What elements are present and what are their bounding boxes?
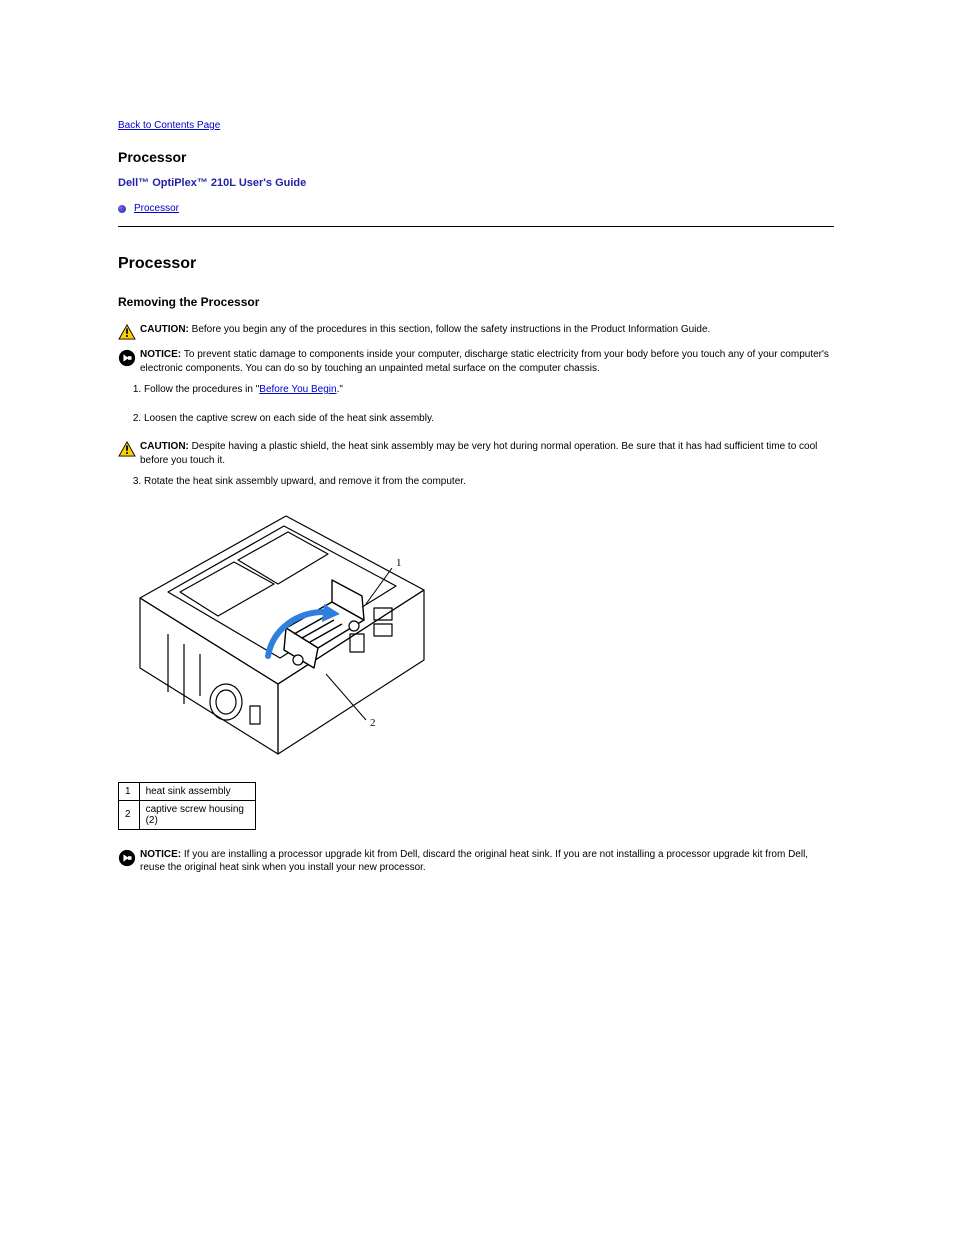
notice-block-1: NOTICE: To prevent static damage to comp… [118, 348, 834, 375]
toc-link-processor[interactable]: Processor [134, 203, 179, 214]
label-1-text: heat sink assembly [139, 782, 255, 800]
notice-2-text: NOTICE: If you are installing a processo… [140, 848, 834, 875]
bullet-icon [118, 205, 126, 213]
toc-row: Processor [118, 203, 834, 214]
caution-icon [118, 324, 136, 340]
table-row: 1 heat sink assembly [119, 782, 256, 800]
step-1-link[interactable]: Before You Begin [259, 384, 336, 395]
steps-list-1: Follow the procedures in "Before You Beg… [144, 383, 834, 426]
caution-block-2: CAUTION: Despite having a plastic shield… [118, 440, 834, 467]
heatsink-diagram: 1 2 [118, 508, 438, 768]
divider [118, 226, 834, 227]
label-2-text: captive screw housing (2) [139, 800, 255, 829]
label-1-num: 1 [119, 782, 140, 800]
notice-icon [118, 349, 136, 367]
notice-block-2: NOTICE: If you are installing a processo… [118, 848, 834, 875]
svg-text:2: 2 [370, 717, 376, 729]
notice-2-body: If you are installing a processor upgrad… [140, 849, 808, 874]
notice-1-body: To prevent static damage to components i… [140, 349, 829, 374]
removing-processor-heading: Removing the Processor [118, 295, 834, 309]
step-2: Loosen the captive screw on each side of… [144, 412, 834, 427]
figure-heatsink: 1 2 [118, 508, 834, 768]
table-row: 2 captive screw housing (2) [119, 800, 256, 829]
label-2-num: 2 [119, 800, 140, 829]
back-to-contents-link[interactable]: Back to Contents Page [118, 120, 220, 131]
notice-1-text: NOTICE: To prevent static damage to comp… [140, 348, 834, 375]
caution-2-body: Despite having a plastic shield, the hea… [140, 441, 817, 466]
caution-block-1: CAUTION: Before you begin any of the pro… [118, 323, 834, 340]
caution-1-body: Before you begin any of the procedures i… [192, 324, 711, 335]
figure-label-table: 1 heat sink assembly 2 captive screw hou… [118, 782, 256, 830]
processor-heading: Processor [118, 255, 834, 273]
svg-text:1: 1 [396, 557, 402, 569]
caution-2-text: CAUTION: Despite having a plastic shield… [140, 440, 834, 467]
page-section-title: Processor [118, 149, 834, 165]
step-1: Follow the procedures in "Before You Beg… [144, 383, 834, 398]
steps-list-2: Rotate the heat sink assembly upward, an… [144, 475, 834, 490]
caution-1-text: CAUTION: Before you begin any of the pro… [140, 323, 834, 340]
guide-title: Dell™ OptiPlex™ 210L User's Guide [118, 177, 834, 189]
step-1-text-a: Follow the procedures in " [144, 384, 259, 395]
notice-1-label: NOTICE: [140, 349, 184, 360]
notice-2-label: NOTICE: [140, 849, 184, 860]
caution-1-label: CAUTION: [140, 324, 192, 335]
notice-icon [118, 849, 136, 867]
caution-2-label: CAUTION: [140, 441, 192, 452]
step-3: Rotate the heat sink assembly upward, an… [144, 475, 834, 490]
caution-icon [118, 441, 136, 457]
step-1-text-b: ." [337, 384, 343, 395]
